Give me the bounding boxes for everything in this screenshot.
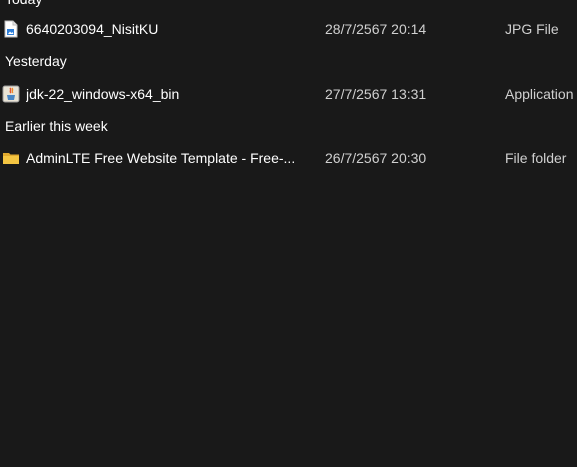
file-type: Application — [505, 86, 574, 102]
file-type: File folder — [505, 150, 567, 166]
folder-icon — [2, 149, 20, 167]
file-date-modified: 26/7/2567 20:30 — [325, 150, 427, 166]
file-date-modified: 27/7/2567 13:31 — [325, 86, 427, 102]
image-file-icon — [2, 20, 20, 38]
file-name: 6640203094_NisitKU — [26, 21, 159, 37]
group-header-yesterday[interactable]: Yesterday — [5, 50, 67, 72]
file-name: AdminLTE Free Website Template - Free-..… — [26, 150, 296, 166]
file-list: Today 6640203094_NisitKU 28/7/2567 20:14… — [0, 0, 577, 467]
group-header-earlier-this-week[interactable]: Earlier this week — [5, 115, 108, 137]
group-header-today[interactable]: Today — [5, 0, 42, 10]
installer-app-icon — [2, 85, 20, 103]
file-type: JPG File — [505, 21, 559, 37]
file-row[interactable]: jdk-22_windows-x64_bin 27/7/2567 13:31 A… — [0, 79, 577, 109]
file-date-modified: 28/7/2567 20:14 — [325, 21, 427, 37]
file-row[interactable]: 6640203094_NisitKU 28/7/2567 20:14 JPG F… — [0, 14, 577, 44]
file-name: jdk-22_windows-x64_bin — [26, 86, 180, 102]
file-row[interactable]: AdminLTE Free Website Template - Free-..… — [0, 143, 577, 173]
